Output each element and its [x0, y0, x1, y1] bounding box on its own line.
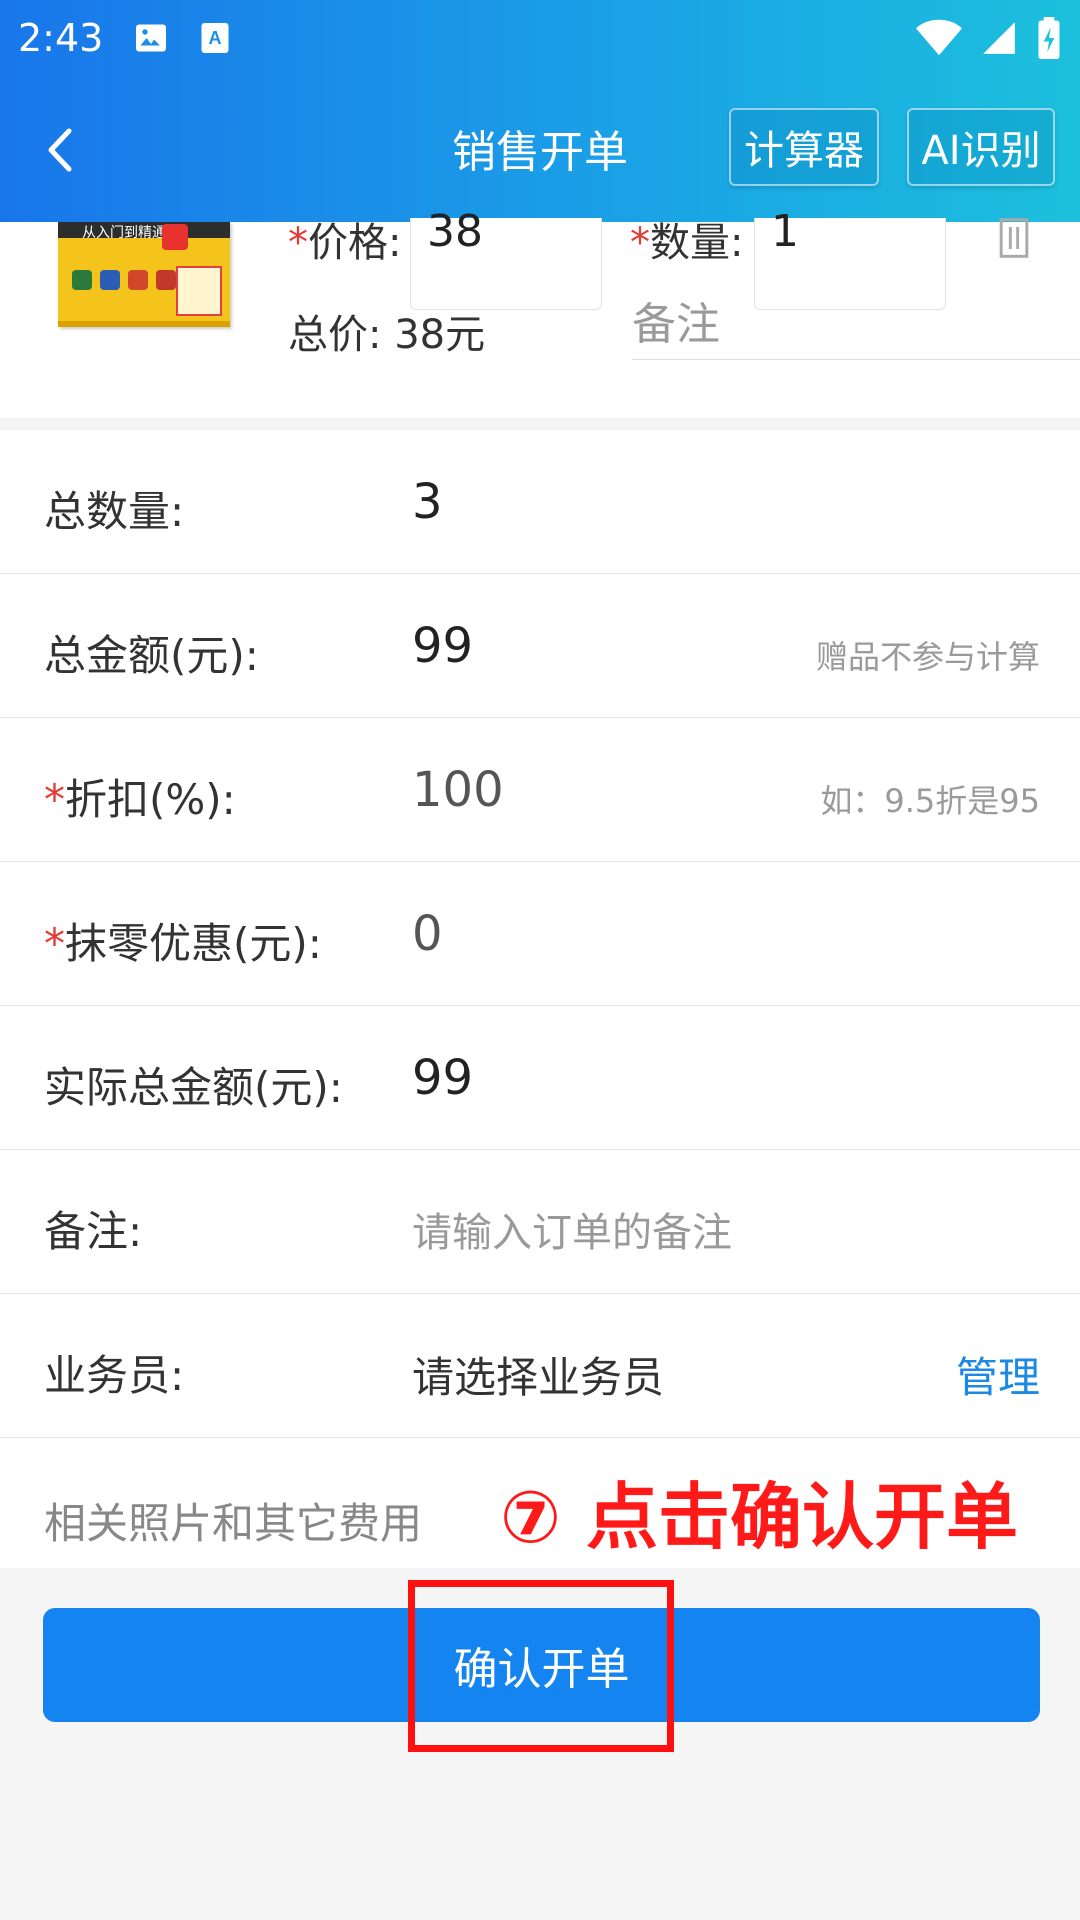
highlight-box — [408, 1580, 674, 1752]
photos-and-fees-label: 相关照片和其它费用 — [44, 1499, 423, 1548]
order-summary-list: 总数量: 3 总金额(元): 99 赠品不参与计算 *折扣(%): 100 如：… — [0, 430, 1080, 1568]
book-cover-panel — [176, 266, 222, 316]
chevron-left-icon — [48, 128, 72, 172]
actual-total-row: 实际总金额(元): 99 — [0, 1006, 1080, 1150]
order-remark-input[interactable]: 请输入订单的备注 — [412, 1200, 732, 1258]
total-quantity-row: 总数量: 3 — [0, 430, 1080, 574]
product-thumbnail-title: 从入门到精通 — [82, 225, 166, 241]
discount-label: *折扣(%): — [44, 775, 236, 824]
trash-icon[interactable] — [992, 216, 1036, 260]
photos-and-fees-row[interactable]: 相关照片和其它费用 ⑦ 点击确认开单 — [0, 1438, 1080, 1568]
salesperson-select[interactable]: 请选择业务员 — [412, 1344, 664, 1405]
quantity-label: *数量: — [630, 220, 744, 266]
order-remark-label: 备注: — [44, 1207, 143, 1256]
discount-hint: 如：9.5折是95 — [820, 782, 1040, 820]
ai-recognize-button[interactable]: AI识别 — [907, 108, 1055, 186]
product-thumbnail[interactable]: 从入门到精通 — [58, 222, 230, 327]
status-bar: 2:43 A — [0, 0, 1080, 75]
price-label: *价格: — [288, 220, 402, 266]
discount-row: *折扣(%): 100 如：9.5折是95 — [0, 718, 1080, 862]
wps-logo-icon — [162, 224, 188, 250]
rounding-input[interactable]: 0 — [412, 906, 443, 962]
actual-total-label: 实际总金额(元): — [44, 1063, 343, 1112]
app-header: 2:43 A 销售开单 计算器 AI识别 — [0, 0, 1080, 222]
total-amount-row: 总金额(元): 99 赠品不参与计算 — [0, 574, 1080, 718]
office-icons — [72, 270, 176, 290]
total-amount-label: 总金额(元): — [44, 631, 259, 680]
manage-link[interactable]: 管理 — [956, 1344, 1040, 1405]
discount-input[interactable]: 100 — [412, 762, 504, 818]
signal-icon — [983, 21, 1015, 54]
rounding-label: *抹零优惠(元): — [44, 919, 322, 968]
total-quantity-label: 总数量: — [44, 487, 185, 536]
text-a-icon: A — [201, 22, 229, 53]
salesperson-label: 业务员: — [44, 1351, 185, 1400]
image-icon — [136, 24, 167, 51]
total-amount-value: 99 — [412, 618, 474, 674]
actual-total-value: 99 — [412, 1050, 474, 1106]
price-input[interactable]: 38 — [410, 206, 602, 310]
rounding-row: *抹零优惠(元): 0 — [0, 862, 1080, 1006]
status-time: 2:43 — [18, 15, 104, 60]
wifi-icon — [916, 19, 962, 55]
item-remark-input[interactable]: 备注 — [632, 288, 1080, 360]
svg-text:A: A — [209, 28, 222, 48]
item-total-price: 总价: 38元 — [288, 312, 486, 358]
calculator-button[interactable]: 计算器 — [729, 108, 879, 186]
nav-bar: 销售开单 计算器 AI识别 — [0, 100, 1080, 200]
salesperson-row: 业务员: 请选择业务员 管理 — [0, 1294, 1080, 1438]
battery-icon — [1038, 16, 1060, 59]
total-amount-hint: 赠品不参与计算 — [815, 638, 1040, 676]
total-quantity-value: 3 — [412, 474, 443, 530]
product-item-card: 从入门到精通 *价格: 38 *数量: 1 总价: 38元 备注 — [0, 206, 1080, 418]
order-remark-row: 备注: 请输入订单的备注 — [0, 1150, 1080, 1294]
instruction-annotation: ⑦ 点击确认开单 — [500, 1475, 1019, 1559]
back-button[interactable] — [30, 120, 90, 180]
